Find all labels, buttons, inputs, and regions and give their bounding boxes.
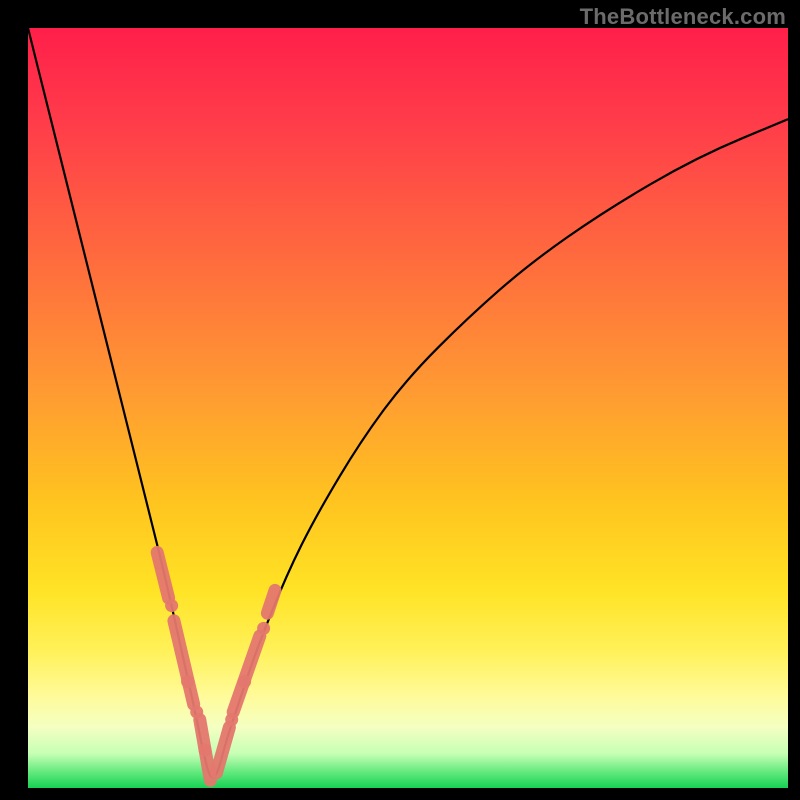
watermark: TheBottleneck.com (580, 4, 786, 30)
marker-segments (157, 552, 275, 780)
curve-layer (28, 28, 788, 788)
bottleneck-curve (28, 28, 788, 777)
plot-area (28, 28, 788, 788)
chart-frame: TheBottleneck.com (0, 0, 800, 800)
